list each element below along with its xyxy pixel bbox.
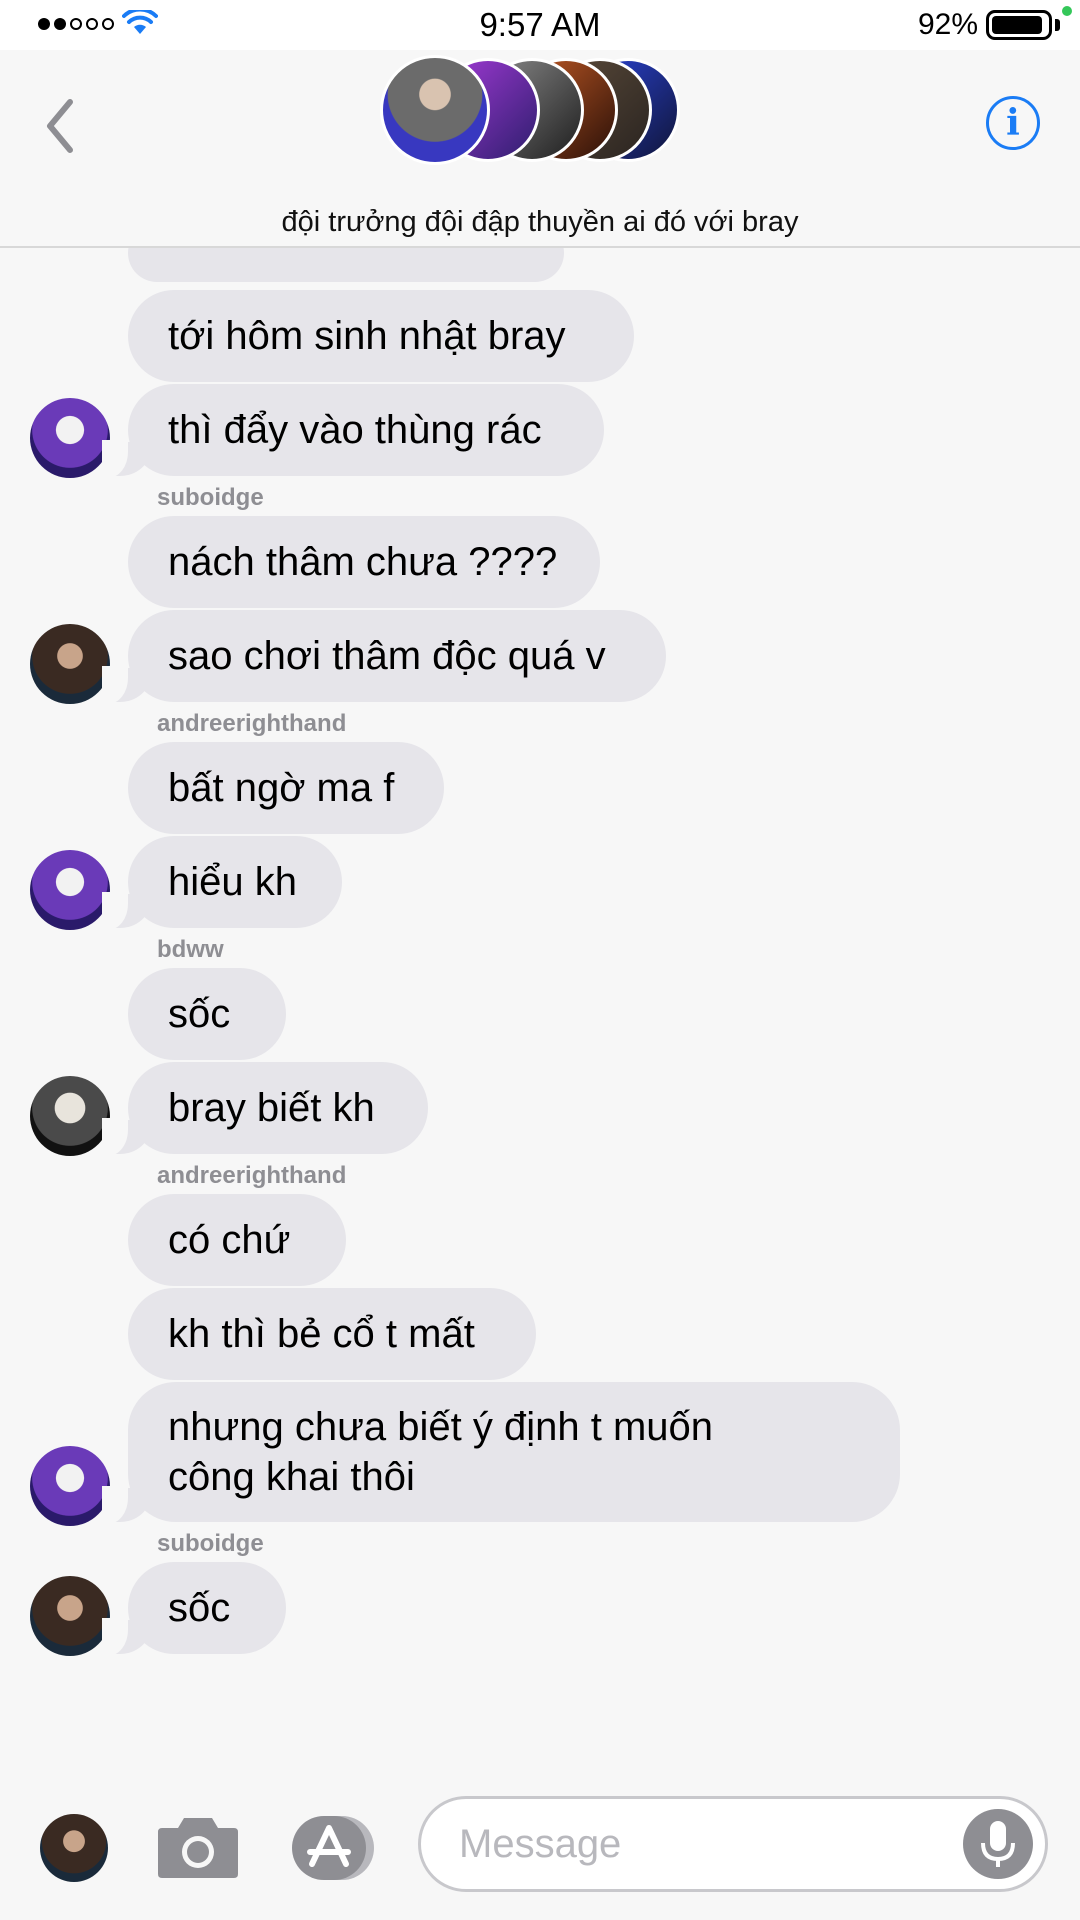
sender-name: bdww bbox=[157, 936, 224, 963]
avatar bbox=[30, 1576, 110, 1656]
message-bubble: sốc bbox=[102, 1562, 286, 1656]
microphone-icon bbox=[981, 1821, 1015, 1867]
avatar bbox=[30, 850, 110, 930]
sender-name: andreerighthand bbox=[157, 1162, 347, 1189]
group-avatar-1 bbox=[380, 55, 490, 165]
message-bubble: bray biết kh bbox=[102, 1062, 428, 1156]
camera-icon[interactable] bbox=[156, 1812, 240, 1880]
avatar bbox=[30, 624, 110, 704]
info-button[interactable]: i bbox=[986, 96, 1040, 150]
message-list[interactable]: tới hôm sinh nhật bray thì đẩy vào thùng… bbox=[0, 248, 1080, 1778]
message-bubble: có chứ bbox=[128, 1194, 346, 1286]
message-input-field[interactable] bbox=[418, 1796, 1048, 1892]
conversation-header: i đội trưởng đội đập thuyền ai đó với br… bbox=[0, 50, 1080, 248]
message-bubble: bất ngờ ma f bbox=[128, 742, 444, 834]
message-bubble: hiểu kh bbox=[102, 836, 342, 930]
group-avatars[interactable] bbox=[380, 55, 680, 168]
avatar bbox=[30, 1076, 110, 1156]
compose-bar bbox=[0, 1778, 1080, 1920]
back-chevron-icon[interactable] bbox=[44, 98, 76, 154]
message-bubble: kh thì bẻ cổ t mất bbox=[128, 1288, 536, 1380]
message-bubble-partial bbox=[128, 248, 564, 282]
memoji-avatar-button[interactable] bbox=[40, 1814, 108, 1882]
status-bar: 9:57 AM 92% bbox=[0, 0, 1080, 50]
avatar bbox=[30, 1446, 110, 1526]
app-store-icon[interactable] bbox=[290, 1814, 376, 1882]
battery-icon bbox=[986, 10, 1052, 40]
message-input[interactable] bbox=[457, 1813, 931, 1875]
message-bubble: nhưng chưa biết ý định t muốn công khai … bbox=[102, 1382, 900, 1524]
microphone-button[interactable] bbox=[963, 1809, 1033, 1879]
battery-tip bbox=[1055, 19, 1060, 31]
message-bubble: thì đẩy vào thùng rác bbox=[102, 384, 604, 478]
message-bubble: sao chơi thâm độc quá v bbox=[102, 610, 666, 704]
message-bubble: nách thâm chưa ???? bbox=[128, 516, 600, 608]
sender-name: andreerighthand bbox=[157, 710, 347, 737]
sender-name: suboidge bbox=[157, 1530, 264, 1557]
privacy-indicator-dot bbox=[1062, 6, 1072, 16]
avatar bbox=[30, 398, 110, 478]
message-bubble: sốc bbox=[128, 968, 286, 1060]
battery-percent: 92% bbox=[917, 8, 978, 41]
sender-name: suboidge bbox=[157, 484, 264, 511]
conversation-title[interactable]: đội trưởng đội đập thuyền ai đó với bray bbox=[0, 206, 1080, 239]
message-bubble: tới hôm sinh nhật bray bbox=[128, 290, 634, 382]
